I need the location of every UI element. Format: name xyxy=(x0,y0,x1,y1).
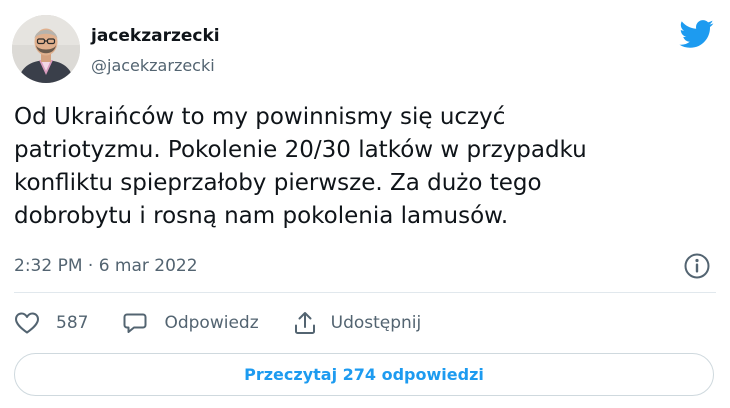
speech-bubble-icon xyxy=(122,310,148,336)
heart-icon xyxy=(14,311,40,335)
share-label: Udostępnij xyxy=(330,313,422,333)
like-count: 587 xyxy=(56,313,89,333)
avatar-photo xyxy=(12,15,80,83)
divider xyxy=(14,292,716,293)
info-icon[interactable] xyxy=(683,252,711,280)
reply-label: Odpowiedz xyxy=(164,313,259,333)
like-button[interactable]: 587 xyxy=(14,311,88,335)
share-upload-icon xyxy=(293,310,317,336)
tweet-timestamp[interactable]: 2:32 PM · 6 mar 2022 xyxy=(14,256,198,276)
share-button[interactable]: Udostępnij xyxy=(293,310,422,336)
avatar[interactable] xyxy=(12,15,80,83)
twitter-bird-icon[interactable] xyxy=(678,16,714,52)
tweet-text: Od Ukraińców to my powinnismy się uczyć … xyxy=(14,104,587,229)
reply-button[interactable]: Odpowiedz xyxy=(122,310,259,336)
author-handle[interactable]: @jacekzarzecki xyxy=(91,56,215,75)
tweet-actions: 587 Odpowiedz Udostępnij xyxy=(14,305,421,341)
author-display-name[interactable]: jacekzarzecki xyxy=(91,26,220,46)
read-replies-button[interactable]: Przeczytaj 274 odpowiedzi xyxy=(14,353,714,396)
tweet-card: jacekzarzecki @jacekzarzecki Od Ukraińcó… xyxy=(0,0,730,408)
